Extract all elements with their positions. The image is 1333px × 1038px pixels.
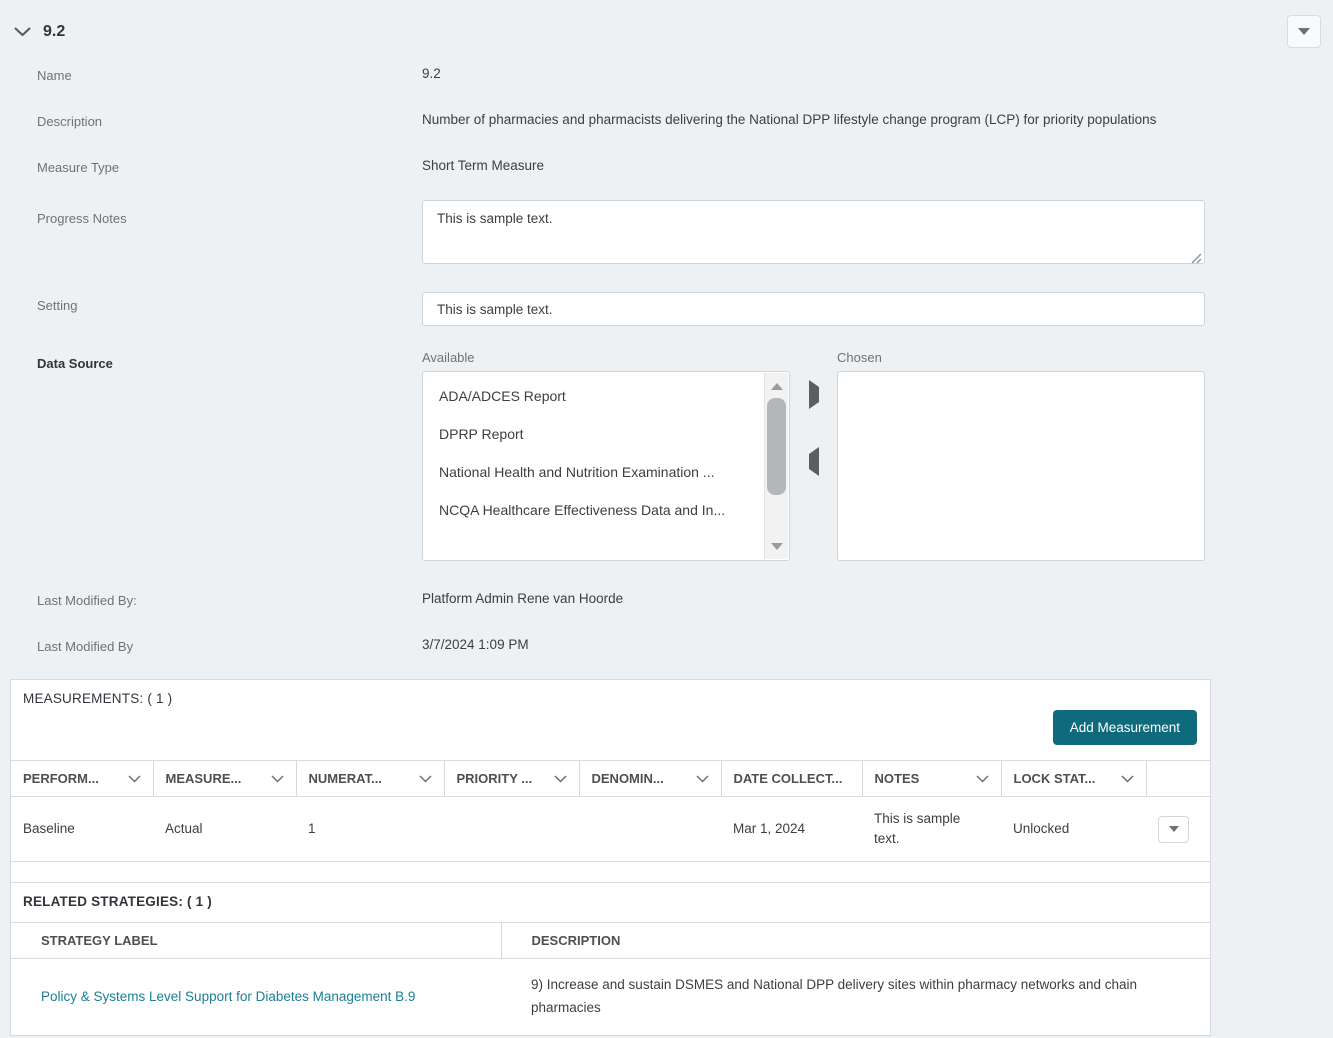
last-modified-by-value: Platform Admin Rene van Hoorde — [422, 591, 624, 606]
left-arrow-icon — [808, 447, 819, 476]
list-option[interactable]: NCQA Healthcare Effectiveness Data and I… — [423, 491, 789, 529]
row-menu-button[interactable] — [1158, 815, 1189, 843]
list-option[interactable]: National Health and Nutrition Examinatio… — [423, 453, 789, 491]
cell-date-collected: Mar 1, 2024 — [721, 796, 862, 862]
strategies-header-row: STRATEGY LABEL DESCRIPTION — [11, 922, 1210, 959]
move-left-button[interactable] — [805, 447, 823, 476]
measurements-title: MEASUREMENTS: ( 1 ) — [23, 691, 173, 706]
listbox-scrollbar[interactable] — [764, 373, 788, 559]
name-value: 9.2 — [422, 66, 441, 81]
scroll-down-button[interactable] — [765, 537, 789, 555]
progress-notes-label: Progress Notes — [37, 211, 127, 226]
right-arrow-icon — [808, 380, 819, 409]
related-strategies-title: RELATED STRATEGIES: ( 1 ) — [23, 894, 213, 909]
available-label: Available — [422, 350, 475, 365]
column-header-lock-status[interactable]: LOCK STAT... — [1000, 760, 1146, 797]
cell-notes: This is sample text. — [862, 796, 1001, 862]
scroll-up-button[interactable] — [765, 377, 789, 395]
last-modified-by-label: Last Modified By: — [37, 593, 137, 608]
column-chevron-icon[interactable] — [695, 774, 709, 783]
list-option[interactable]: DPRP Report — [423, 415, 789, 453]
name-label: Name — [37, 68, 72, 83]
collapse-chevron-icon[interactable] — [14, 27, 31, 37]
column-header-date-collected[interactable]: DATE COLLECT... — [720, 760, 862, 797]
data-source-label: Data Source — [37, 356, 113, 371]
setting-label: Setting — [37, 298, 78, 313]
column-header-denominator[interactable]: DENOMIN... — [578, 760, 721, 797]
data-source-duallist: Available ADA/ADCES Report DPRP Report N… — [422, 350, 1205, 561]
cell-priority — [444, 796, 579, 862]
cell-measure: Actual — [153, 796, 296, 862]
cell-performance: Baseline — [11, 796, 153, 862]
page-title: 9.2 — [43, 23, 66, 40]
description-value: Number of pharmacies and pharmacists del… — [422, 112, 1157, 127]
description-label: Description — [37, 114, 103, 129]
column-header-numerator[interactable]: NUMERAT... — [295, 760, 444, 797]
column-header-priority[interactable]: PRIORITY ... — [443, 760, 579, 797]
measurements-header-row: PERFORM... MEASURE... NUMERAT... PRIORIT… — [11, 760, 1210, 797]
column-header-notes[interactable]: NOTES — [861, 760, 1001, 797]
progress-notes-textarea[interactable]: This is sample text. — [422, 200, 1205, 264]
column-header-strategy-label: STRATEGY LABEL — [11, 922, 501, 959]
measure-type-value: Short Term Measure — [422, 158, 545, 173]
measurement-row: Baseline Actual 1 Mar 1, 2024 This is sa… — [11, 796, 1210, 862]
setting-input[interactable] — [422, 292, 1205, 326]
move-right-button[interactable] — [805, 380, 823, 409]
strategy-description: 9) Increase and sustain DSMES and Nation… — [531, 977, 1138, 1015]
add-measurement-button[interactable]: Add Measurement — [1052, 710, 1197, 745]
measurements-panel: MEASUREMENTS: ( 1 ) Add Measurement PERF… — [10, 679, 1211, 1036]
column-chevron-icon[interactable] — [127, 774, 141, 783]
column-chevron-icon[interactable] — [418, 774, 432, 783]
measure-detail-form: Name 9.2 Description Number of pharmacie… — [0, 62, 1242, 657]
header-menu-button[interactable] — [1287, 15, 1321, 48]
cell-denominator — [579, 796, 721, 862]
chosen-label: Chosen — [837, 350, 882, 365]
column-chevron-icon[interactable] — [270, 774, 284, 783]
measurements-table: PERFORM... MEASURE... NUMERAT... PRIORIT… — [11, 760, 1210, 862]
scroll-down-icon — [771, 542, 783, 550]
resize-handle-icon[interactable] — [1191, 251, 1202, 264]
last-modified-date-value: 3/7/2024 1:09 PM — [422, 637, 529, 652]
available-listbox[interactable]: ADA/ADCES Report DPRP Report National He… — [422, 371, 790, 561]
scrollbar-thumb[interactable] — [767, 398, 786, 495]
column-chevron-icon[interactable] — [553, 774, 567, 783]
column-chevron-icon[interactable] — [1120, 774, 1134, 783]
scroll-up-icon — [771, 382, 783, 390]
column-header-actions — [1145, 760, 1210, 797]
measure-type-label: Measure Type — [37, 160, 120, 175]
list-option[interactable]: ADA/ADCES Report — [423, 377, 789, 415]
column-header-performance[interactable]: PERFORM... — [11, 760, 153, 797]
cell-numerator: 1 — [296, 796, 444, 862]
dropdown-arrow-icon — [1168, 826, 1179, 832]
dropdown-arrow-icon — [1298, 28, 1310, 35]
cell-lock-status: Unlocked — [1001, 796, 1146, 862]
column-header-description: DESCRIPTION — [500, 922, 1210, 959]
column-header-measure[interactable]: MEASURE... — [152, 760, 296, 797]
section-header: 9.2 — [0, 0, 1333, 46]
column-chevron-icon[interactable] — [975, 774, 989, 783]
strategy-row: Policy & Systems Level Support for Diabe… — [11, 959, 1210, 1036]
strategy-link[interactable]: Policy & Systems Level Support for Diabe… — [41, 989, 415, 1004]
last-modified-date-label: Last Modified By — [37, 639, 134, 654]
chosen-listbox[interactable] — [837, 371, 1205, 561]
related-strategies-table: STRATEGY LABEL DESCRIPTION Policy & Syst… — [11, 922, 1210, 1035]
